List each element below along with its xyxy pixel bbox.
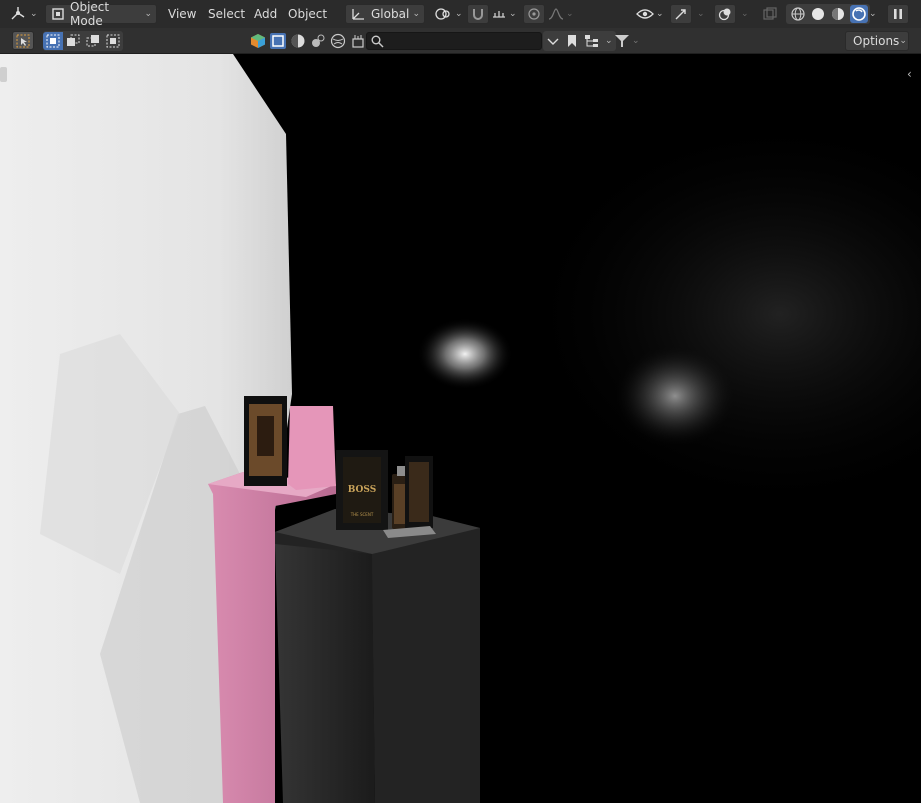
gizmo-chevron-icon[interactable]: ⌄ xyxy=(697,4,705,24)
proportional-edit-icon xyxy=(527,7,541,21)
editor-type-dropdown[interactable]: ⌄ xyxy=(8,4,38,24)
viewport-header: ⌄ Object Mode ⌄ View Select Add Object G… xyxy=(0,0,921,29)
falloff-dropdown[interactable]: ⌄ xyxy=(548,4,574,24)
hierarchy-icon[interactable] xyxy=(581,32,603,50)
mode-label: Object Mode xyxy=(70,0,110,28)
object-type-filters xyxy=(248,31,368,51)
pause-render-button[interactable] xyxy=(887,4,909,24)
search-icon xyxy=(371,35,384,48)
chevron-down-icon[interactable] xyxy=(543,32,563,50)
chevron-down-icon: ⌄ xyxy=(656,9,664,19)
menu-object[interactable]: Object xyxy=(286,4,329,24)
transform-orientation-dropdown[interactable]: Global ⌄ xyxy=(345,4,425,24)
scene-icon[interactable] xyxy=(350,33,366,49)
select-intersect-icon[interactable] xyxy=(103,32,123,50)
select-new-icon[interactable] xyxy=(43,32,63,50)
lights-icon[interactable] xyxy=(310,33,326,49)
pivot-point-icon xyxy=(433,6,453,22)
shading-mode-group xyxy=(786,4,870,24)
filter-funnel-icon xyxy=(614,34,630,48)
chevron-down-icon[interactable]: ⌄ xyxy=(605,36,613,46)
object-mode-icon xyxy=(51,7,65,21)
menu-select[interactable]: Select xyxy=(206,4,247,24)
square-filled-icon[interactable] xyxy=(270,33,286,49)
3d-viewport-icon xyxy=(8,5,28,23)
snap-target-dropdown[interactable]: ⌄ xyxy=(491,4,517,24)
chevron-down-icon: ⌄ xyxy=(509,9,517,19)
chevron-down-icon: ⌄ xyxy=(899,36,907,46)
menu-view[interactable]: View xyxy=(166,4,198,24)
xray-icon xyxy=(762,6,778,22)
filter-group: ⌄ xyxy=(543,31,616,51)
overlays-chevron-icon[interactable]: ⌄ xyxy=(741,4,749,24)
transform-axes-icon xyxy=(350,7,366,21)
gizmo-toggle[interactable] xyxy=(670,4,692,24)
chevron-down-icon: ⌄ xyxy=(412,9,420,19)
3d-viewport[interactable]: BOSS THE SCENT ‹ xyxy=(0,54,921,803)
shading-chevron-icon[interactable]: ⌄ xyxy=(869,4,877,24)
options-label: Options xyxy=(853,34,900,48)
mode-dropdown[interactable]: Object Mode ⌄ xyxy=(45,0,157,28)
active-tool-button[interactable] xyxy=(12,31,34,50)
rendered-scene: BOSS THE SCENT xyxy=(0,54,921,803)
tool-header: ⌄ ⌄ Options ⌄ xyxy=(0,28,921,54)
cube-object-icon[interactable] xyxy=(250,33,266,49)
chevron-down-icon: ⌄ xyxy=(144,9,152,19)
overlays-icon xyxy=(718,7,732,21)
select-mode-group xyxy=(43,31,123,51)
options-dropdown[interactable]: Options ⌄ xyxy=(845,31,909,51)
pivot-point-dropdown[interactable]: ⌄ xyxy=(433,4,463,24)
menu-add[interactable]: Add xyxy=(252,4,279,24)
select-subtract-icon[interactable] xyxy=(83,32,103,50)
visibility-dropdown[interactable]: ⌄ xyxy=(636,4,664,24)
filter-dropdown[interactable]: ⌄ xyxy=(614,31,640,51)
sphere-material-icon[interactable] xyxy=(290,33,306,49)
select-extend-icon[interactable] xyxy=(63,32,83,50)
falloff-curve-icon xyxy=(548,7,564,21)
snap-toggle[interactable] xyxy=(467,4,489,24)
gizmo-arrow-icon xyxy=(674,7,688,21)
overlays-toggle[interactable] xyxy=(714,4,736,24)
search-field[interactable] xyxy=(366,32,542,50)
pause-icon xyxy=(892,8,904,20)
material-preview-icon[interactable] xyxy=(830,6,846,22)
wireframe-icon[interactable] xyxy=(790,6,806,22)
select-box-tool-icon xyxy=(16,34,30,48)
chevron-down-icon: ⌄ xyxy=(30,9,38,19)
world-icon[interactable] xyxy=(330,33,346,49)
search-input[interactable] xyxy=(384,33,538,49)
snap-increment-icon xyxy=(491,7,507,21)
chevron-down-icon: ⌄ xyxy=(566,9,574,19)
boss-box-label: BOSS xyxy=(348,485,376,495)
eye-visibility-icon xyxy=(636,7,654,21)
orientation-label: Global xyxy=(371,7,410,21)
boss-box-sub: THE SCENT xyxy=(350,512,374,517)
bookmark-icon[interactable] xyxy=(563,32,581,50)
snap-magnet-icon xyxy=(471,7,485,21)
chevron-down-icon: ⌄ xyxy=(632,36,640,46)
chevron-down-icon: ⌄ xyxy=(455,9,463,19)
rendered-icon[interactable] xyxy=(850,5,868,23)
xray-toggle[interactable] xyxy=(762,4,778,24)
proportional-edit-toggle[interactable] xyxy=(523,4,545,24)
sidebar-toggle-chevron-icon[interactable]: ‹ xyxy=(907,67,912,81)
solid-icon[interactable] xyxy=(810,6,826,22)
